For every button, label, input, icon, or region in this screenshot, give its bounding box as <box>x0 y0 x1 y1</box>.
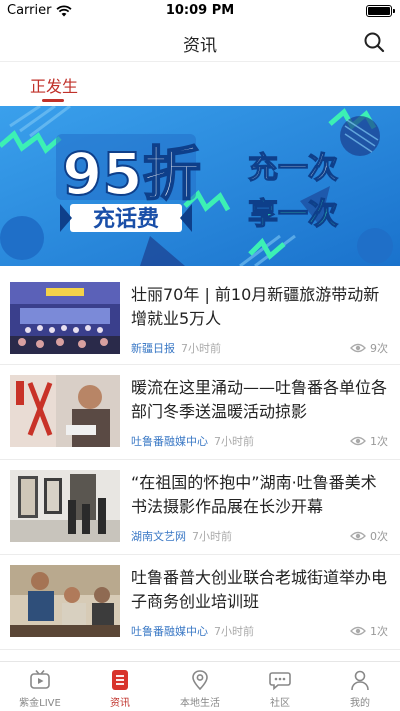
news-thumbnail <box>10 375 120 447</box>
list-item[interactable]: 暖流在这里涌动——吐鲁番各单位各部门冬季送温暖活动掠影 吐鲁番融媒中心 7小时前 … <box>0 365 400 460</box>
news-source: 湖南文艺网 <box>131 530 186 543</box>
search-icon[interactable] <box>362 30 386 54</box>
person-icon <box>351 670 369 691</box>
news-meta: 湖南文艺网 7小时前 0次 <box>131 528 388 546</box>
battery-icon <box>366 5 395 17</box>
news-title: 壮丽70年 | 前10月新疆旅游带动新增就业5万人 <box>131 285 380 328</box>
news-source: 吐鲁番融媒中心 <box>131 625 208 638</box>
tab-label: 社区 <box>270 698 290 709</box>
page-title: 资讯 <box>183 36 217 56</box>
view-count: 1次 <box>350 623 388 639</box>
news-source: 吐鲁番融媒中心 <box>131 435 208 448</box>
eye-icon <box>350 626 366 636</box>
view-count-label: 0次 <box>370 530 388 543</box>
news-time: 7小时前 <box>181 342 221 355</box>
news-time: 7小时前 <box>214 625 254 638</box>
location-icon <box>192 670 208 691</box>
news-thumbnail <box>10 282 120 354</box>
status-bar: Carrier 10:09 PM <box>0 0 400 22</box>
news-time: 7小时前 <box>214 435 254 448</box>
tab-label: 我的 <box>350 698 370 709</box>
tab-label: 紫金LIVE <box>19 698 61 709</box>
nav-bar: 资讯 <box>0 22 400 62</box>
promo-banner[interactable]: 95折 充话费 充一次 享一次 <box>0 106 400 266</box>
news-title: 暖流在这里涌动——吐鲁番各单位各部门冬季送温暖活动掠影 <box>131 378 388 421</box>
news-meta: 吐鲁番融媒中心 7小时前 1次 <box>131 623 388 641</box>
news-icon <box>112 670 128 690</box>
banner-sub-text: 充话费 <box>93 206 159 232</box>
news-time: 7小时前 <box>192 530 232 543</box>
list-item[interactable]: “在祖国的怀抱中”湖南·吐鲁番美术书法摄影作品展在长沙开幕 湖南文艺网 7小时前 … <box>0 460 400 555</box>
list-item[interactable]: 壮丽70年 | 前10月新疆旅游带动新增就业5万人 新疆日报 7小时前 9次 <box>0 272 400 365</box>
tab-live[interactable]: 紫金LIVE <box>0 662 80 711</box>
view-count-label: 1次 <box>370 435 388 448</box>
news-thumbnail <box>10 565 120 637</box>
banner-right-line2: 享一次 <box>248 197 338 232</box>
list-item[interactable]: 吐鲁番普大创业联合老城街道举办电子商务创业培训班 吐鲁番融媒中心 7小时前 1次 <box>0 555 400 650</box>
eye-icon <box>350 531 366 541</box>
tab-active-indicator <box>42 99 64 102</box>
category-tabs: 正发生 <box>0 63 400 105</box>
news-meta: 吐鲁番融媒中心 7小时前 1次 <box>131 433 388 451</box>
news-list: 壮丽70年 | 前10月新疆旅游带动新增就业5万人 新疆日报 7小时前 9次 暖流… <box>0 272 400 650</box>
banner-right-line1: 充一次 <box>248 151 338 186</box>
view-count: 9次 <box>350 340 388 356</box>
promo-banner-art: 95折 充话费 充一次 享一次 <box>0 106 400 266</box>
tab-label: 资讯 <box>110 698 130 709</box>
eye-icon <box>350 436 366 446</box>
news-source: 新疆日报 <box>131 342 175 355</box>
news-meta: 新疆日报 7小时前 9次 <box>131 340 388 358</box>
tab-profile[interactable]: 我的 <box>320 662 400 711</box>
news-thumbnail <box>10 470 120 542</box>
news-title: 吐鲁番普大创业联合老城街道举办电子商务创业培训班 <box>131 568 388 611</box>
bottom-tab-bar: 紫金LIVE 资讯 本地生活 社区 我的 <box>0 661 400 711</box>
view-count-label: 1次 <box>370 625 388 638</box>
view-count-label: 9次 <box>370 342 388 355</box>
tab-news[interactable]: 资讯 <box>80 662 160 711</box>
eye-icon <box>350 343 366 353</box>
tv-icon <box>30 669 50 689</box>
news-title: “在祖国的怀抱中”湖南·吐鲁番美术书法摄影作品展在长沙开幕 <box>131 473 377 516</box>
view-count: 0次 <box>350 528 388 544</box>
tab-local[interactable]: 本地生活 <box>160 662 240 711</box>
tab-zhengfasheng[interactable]: 正发生 <box>30 73 78 97</box>
tab-community[interactable]: 社区 <box>240 662 320 711</box>
view-count: 1次 <box>350 433 388 449</box>
clock: 10:09 PM <box>165 3 235 18</box>
tab-label: 本地生活 <box>180 698 220 709</box>
chat-icon <box>269 672 291 691</box>
banner-discount-text: 95折 <box>62 140 201 208</box>
